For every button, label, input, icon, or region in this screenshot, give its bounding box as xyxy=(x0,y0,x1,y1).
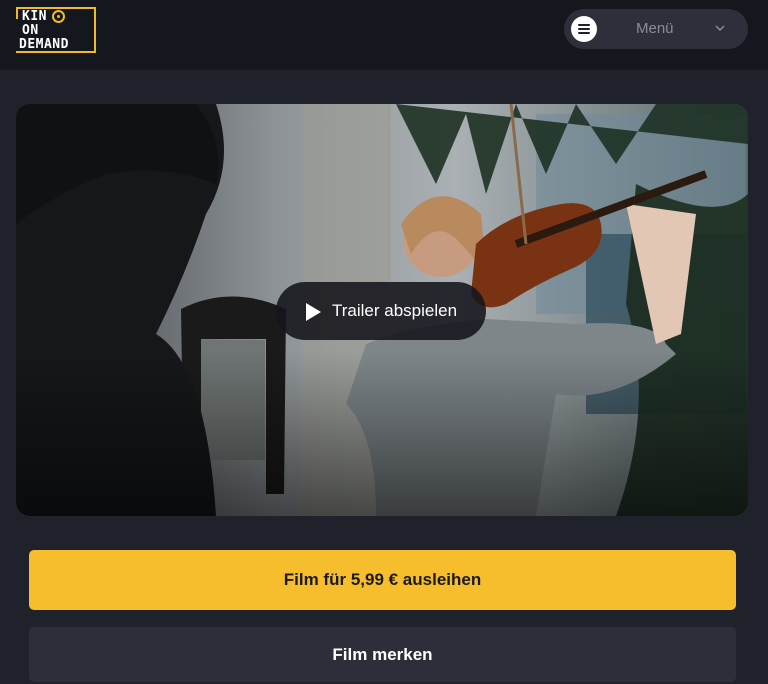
logo-line-2: ON xyxy=(22,23,39,38)
logo-o-circle-icon xyxy=(52,10,65,23)
rent-film-button[interactable]: Film für 5,99 € ausleihen xyxy=(29,550,736,610)
play-icon xyxy=(306,303,321,321)
chevron-down-icon xyxy=(715,25,725,32)
save-film-button[interactable]: Film merken xyxy=(29,627,736,682)
play-trailer-button[interactable]: Trailer abspielen xyxy=(276,282,486,340)
kino-on-demand-logo[interactable]: KIN ON DEMAND xyxy=(16,7,96,53)
logo-frame-bar xyxy=(94,9,96,39)
site-header: KIN ON DEMAND Menü xyxy=(0,0,768,70)
play-trailer-label: Trailer abspielen xyxy=(332,301,458,320)
trailer-hero[interactable]: Trailer abspielen xyxy=(16,104,748,516)
menu-label: Menü xyxy=(636,20,674,37)
logo-line-3: DEMAND xyxy=(19,37,69,52)
logo-line-1: KIN xyxy=(22,9,47,24)
menu-lines-icon xyxy=(571,16,597,42)
menu-button[interactable]: Menü xyxy=(564,9,748,49)
